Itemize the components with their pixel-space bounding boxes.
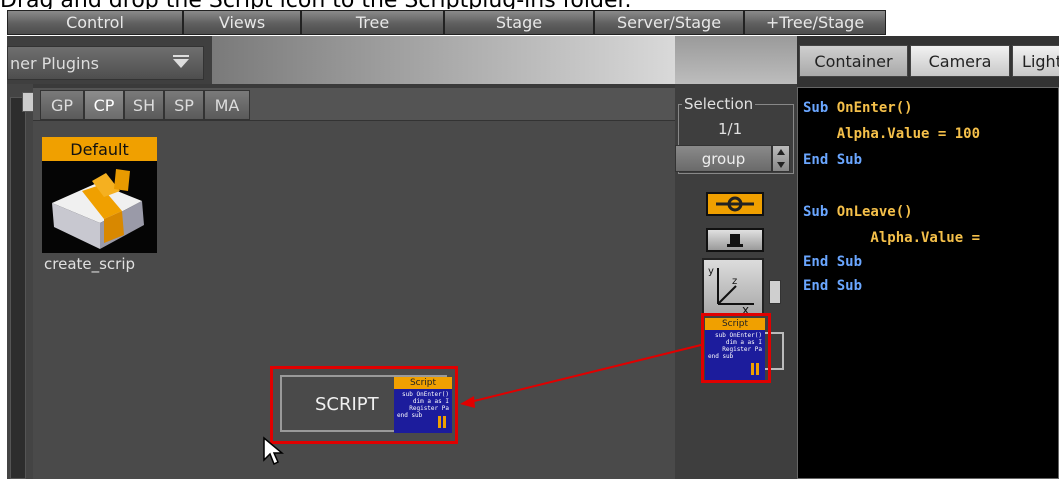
plugin-category-label: ner Plugins: [10, 53, 99, 73]
svg-text:y: y: [708, 266, 714, 277]
code-keyword: End Sub: [803, 152, 863, 168]
plugin-tab-sp[interactable]: SP: [164, 90, 204, 120]
plugin-tab-cp[interactable]: CP: [84, 90, 124, 120]
plugin-tab-sh[interactable]: SH: [124, 90, 164, 120]
code-line: Sub OnLeave(): [803, 204, 913, 220]
plugin-category-dropdown[interactable]: ner Plugins: [7, 46, 204, 80]
selection-title: Selection: [682, 95, 756, 113]
tab-server-stage[interactable]: Server/Stage: [594, 10, 744, 35]
code-text: OnEnter(): [836, 100, 913, 116]
camera-icon[interactable]: [706, 192, 764, 216]
code-line: End Sub: [803, 278, 862, 294]
tab-light[interactable]: Light: [1012, 45, 1059, 77]
code-keyword: End Sub: [803, 254, 863, 270]
highlight-source-box: [701, 313, 771, 383]
code-line: Sub OnEnter(): [803, 100, 913, 116]
code-text: Alpha.Value =: [803, 230, 981, 246]
default-item-label: Default: [42, 137, 157, 161]
gift-icon[interactable]: [42, 161, 157, 253]
plugin-tab-ma[interactable]: MA: [204, 90, 250, 120]
code-line: Alpha.Value = 100: [803, 126, 980, 142]
default-item-name: create_scrip: [44, 255, 136, 273]
plugin-tab-gp[interactable]: GP: [40, 90, 84, 120]
axes-icon[interactable]: y z x: [702, 258, 764, 317]
dropdown-line-icon: [173, 55, 189, 57]
pawn-icon[interactable]: [706, 228, 764, 252]
code-keyword: Sub: [803, 204, 837, 220]
tab-control[interactable]: Control: [7, 10, 183, 35]
tab-container[interactable]: Container: [799, 45, 908, 77]
tab-tree-stage[interactable]: +Tree/Stage: [744, 10, 886, 35]
mouse-pointer-icon: [262, 436, 285, 470]
chevron-down-icon: [173, 59, 189, 68]
tab-camera[interactable]: Camera: [910, 45, 1010, 77]
code-text: Alpha.Value = 100: [803, 126, 981, 142]
tab-views[interactable]: Views: [183, 10, 301, 35]
code-text: OnLeave(): [836, 204, 913, 220]
axes-toggle-button[interactable]: [769, 280, 781, 304]
scrollbar-track[interactable]: [10, 97, 26, 479]
code-line: End Sub: [803, 152, 862, 168]
tab-tree[interactable]: Tree: [301, 10, 444, 35]
code-line: End Sub: [803, 254, 862, 270]
tab-stage[interactable]: Stage: [444, 10, 594, 35]
spinner-arrows-icon[interactable]: [772, 145, 790, 172]
code-keyword: Sub: [803, 100, 837, 116]
highlight-drop-box: [270, 366, 458, 444]
middle-panel-header: [675, 36, 797, 84]
code-keyword: End Sub: [803, 278, 863, 294]
code-line: Alpha.Value =: [803, 230, 980, 246]
selection-group-field[interactable]: group: [675, 145, 772, 172]
svg-text:z: z: [732, 276, 737, 287]
selection-count: 1/1: [718, 120, 743, 138]
